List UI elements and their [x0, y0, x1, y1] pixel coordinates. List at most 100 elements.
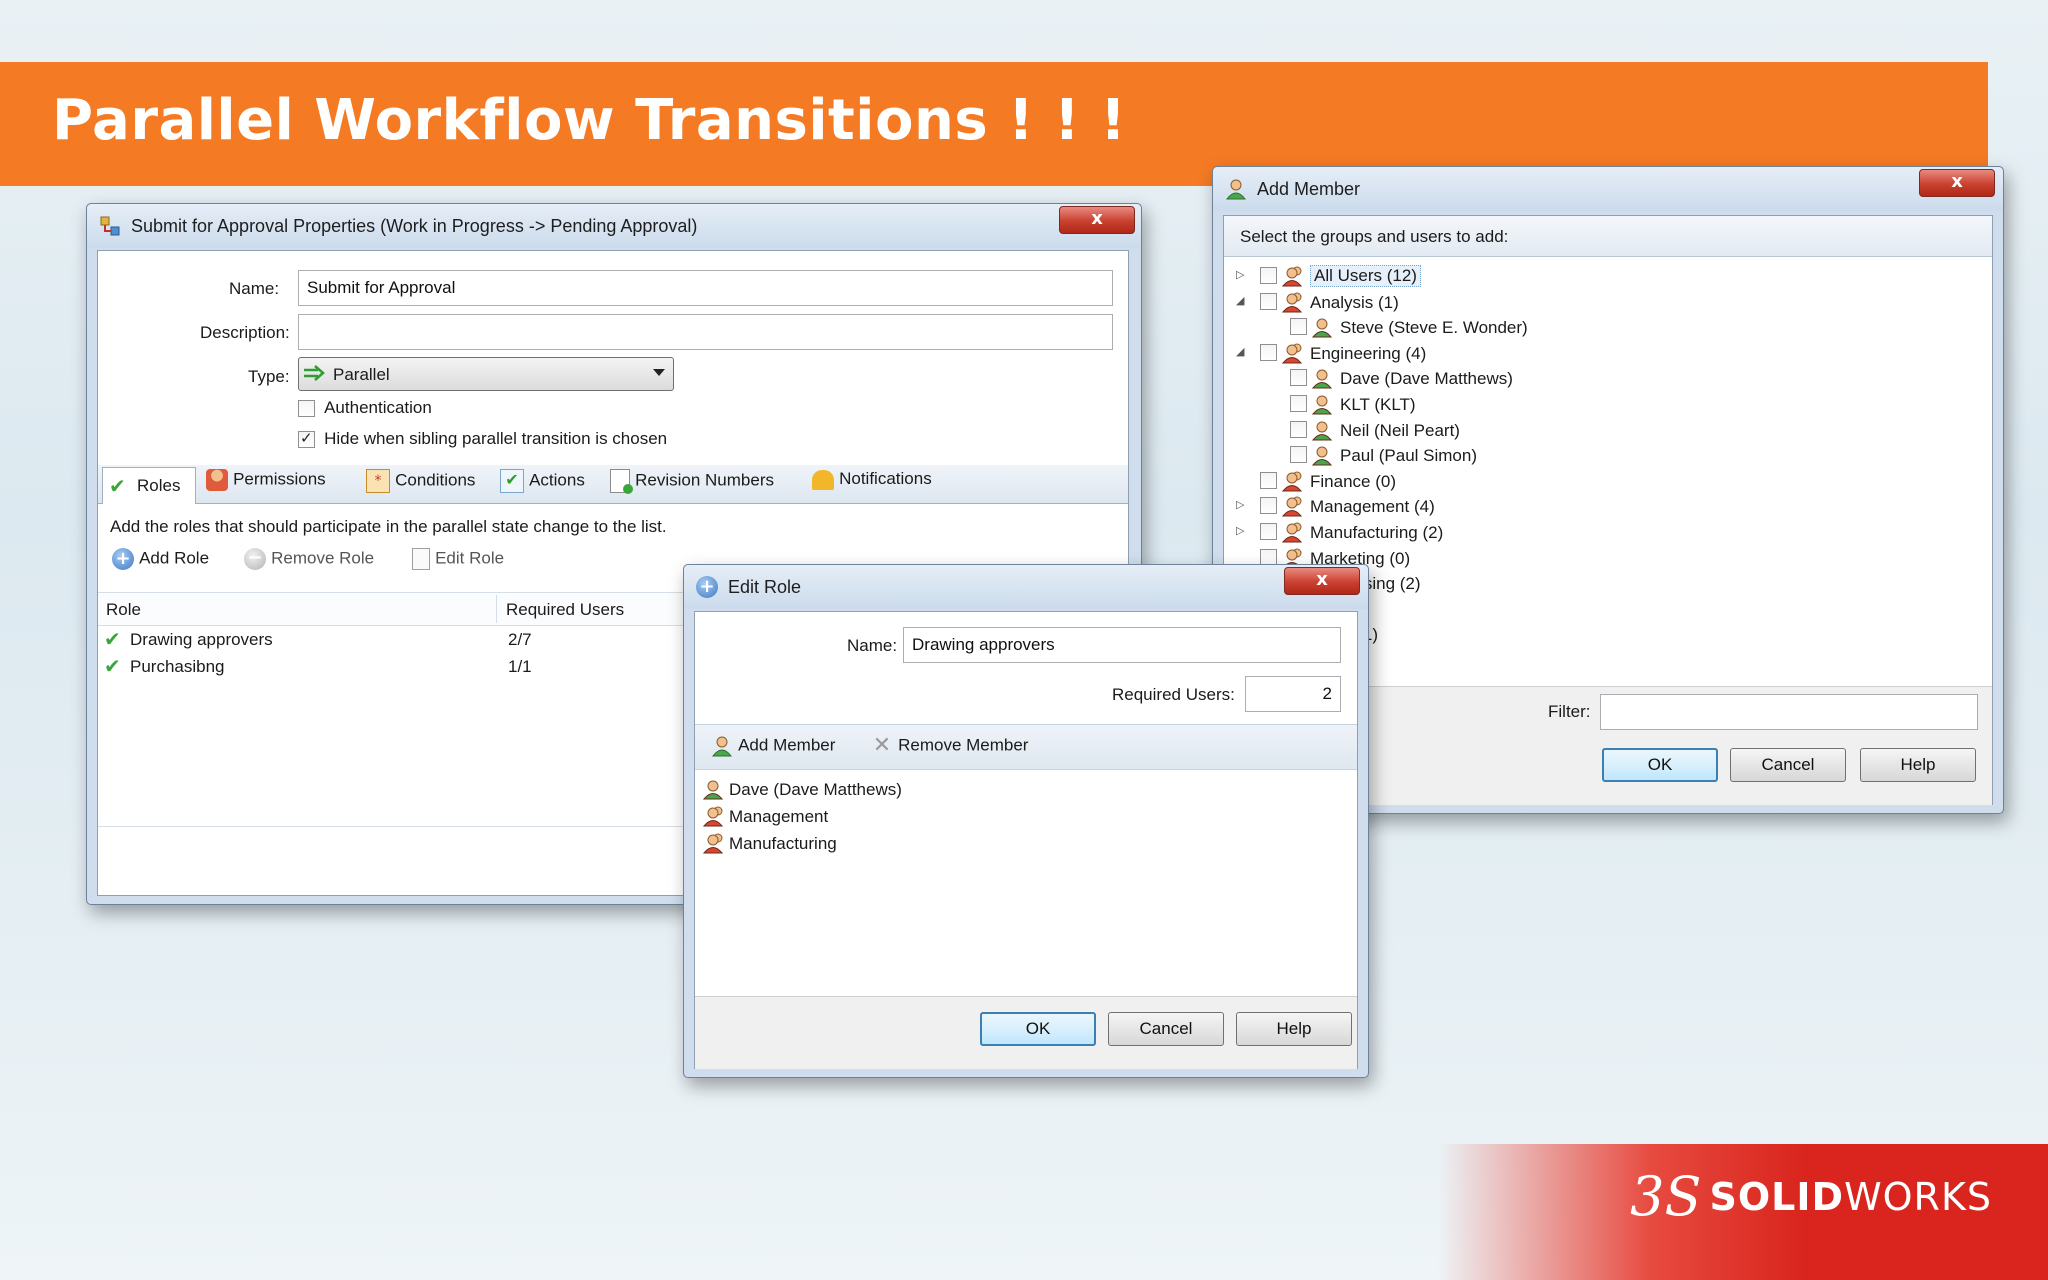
add-member-ok-button[interactable]: OK	[1602, 748, 1718, 782]
tree-checkbox[interactable]	[1290, 420, 1307, 438]
add-circle-icon: +	[112, 548, 134, 570]
add-member-close-button[interactable]: x	[1919, 169, 1995, 197]
tab-permissions-label: Permissions	[233, 469, 326, 489]
tab-conditions-label: Conditions	[395, 470, 476, 490]
tree-item-label: Steve (Steve E. Wonder)	[1340, 318, 1528, 338]
edit-role-cancel-button[interactable]: Cancel	[1108, 1012, 1224, 1046]
collapse-arrow-icon[interactable]: ◢	[1236, 345, 1248, 358]
tab-roles[interactable]: ✔ Roles	[102, 467, 196, 504]
edit-role-titlebar[interactable]: + Edit Role x	[684, 565, 1368, 609]
name-field[interactable]: Submit for Approval	[298, 270, 1113, 306]
user-icon	[1225, 179, 1247, 200]
member-label: Management	[729, 807, 829, 826]
tree-item[interactable]: Dave (Dave Matthews)	[1232, 366, 1982, 392]
checkmark-icon: ✔	[109, 474, 126, 498]
tree-checkbox[interactable]	[1290, 369, 1307, 387]
required-users-stepper[interactable]: 2	[1245, 676, 1341, 712]
tab-roles-label: Roles	[137, 476, 181, 495]
tree-item[interactable]: ▷ Manufacturing (2)	[1232, 520, 1982, 546]
group-icon	[1282, 292, 1303, 313]
tree-item-label: Paul (Paul Simon)	[1340, 446, 1478, 466]
actions-check-icon: ✔	[500, 469, 524, 493]
collapse-arrow-icon[interactable]: ◢	[1236, 294, 1248, 307]
tree-checkbox[interactable]	[1290, 394, 1307, 412]
authentication-option[interactable]: Authentication	[298, 398, 432, 418]
tree-item-label: Finance (0)	[1310, 471, 1396, 491]
tree-checkbox[interactable]	[1260, 292, 1277, 310]
add-role-label: Add Role	[139, 548, 210, 568]
expand-arrow-icon[interactable]: ▷	[1236, 498, 1248, 511]
add-member-titlebar[interactable]: Add Member x	[1213, 167, 2003, 211]
edit-role-button[interactable]: Edit Role	[412, 548, 504, 570]
expand-arrow-icon[interactable]: ▷	[1236, 268, 1248, 281]
tree-item[interactable]: ◢ Engineering (4)	[1232, 341, 1982, 367]
tree-checkbox[interactable]	[1260, 497, 1277, 515]
properties-title: Submit for Approval Properties (Work in …	[131, 216, 698, 236]
expand-arrow-icon[interactable]: ▷	[1236, 524, 1248, 537]
tab-notifications[interactable]: Notifications	[812, 469, 932, 490]
tree-item[interactable]: KLT (KLT)	[1232, 392, 1982, 418]
remove-role-button[interactable]: − Remove Role	[244, 548, 374, 570]
add-role-button[interactable]: + Add Role	[112, 548, 209, 570]
edit-role-help-button[interactable]: Help	[1236, 1012, 1352, 1046]
list-item[interactable]: Management	[701, 803, 1351, 830]
edit-role-dialog: + Edit Role x Name: Drawing approvers Re…	[683, 564, 1369, 1078]
tree-checkbox[interactable]	[1260, 343, 1277, 361]
tree-item-label: Neil (Neil Peart)	[1340, 420, 1460, 440]
list-item[interactable]: Manufacturing	[701, 830, 1351, 857]
user-icon	[703, 780, 724, 800]
hide-sibling-label: Hide when sibling parallel transition is…	[324, 429, 668, 448]
type-select[interactable]: Parallel	[298, 357, 674, 391]
edit-role-ok-button[interactable]: OK	[980, 1012, 1096, 1046]
tree-item[interactable]: ▷ Management (4)	[1232, 494, 1982, 520]
tree-item[interactable]: Steve (Steve E. Wonder)	[1232, 315, 1982, 341]
list-item[interactable]: Dave (Dave Matthews)	[701, 776, 1351, 803]
filter-label: Filter:	[1548, 702, 1591, 721]
column-divider	[496, 595, 497, 623]
add-member-button[interactable]: Add Member	[711, 735, 835, 757]
description-label: Description:	[200, 323, 290, 342]
tree-checkbox[interactable]	[1260, 548, 1277, 566]
hide-sibling-option[interactable]: Hide when sibling parallel transition is…	[298, 429, 667, 449]
tree-item[interactable]: ▷ All Users (12)	[1232, 264, 1982, 290]
tree-checkbox[interactable]	[1290, 318, 1307, 336]
type-select-value: Parallel	[333, 365, 390, 384]
tree-item[interactable]: ◢ Analysis (1)	[1232, 290, 1982, 316]
description-field[interactable]	[298, 314, 1113, 350]
user-icon	[1312, 369, 1333, 389]
filter-field[interactable]	[1600, 694, 1978, 730]
remove-member-label: Remove Member	[898, 735, 1029, 755]
add-member-cancel-button[interactable]: Cancel	[1730, 748, 1846, 782]
tree-checkbox[interactable]	[1260, 522, 1277, 540]
tree-checkbox[interactable]	[1260, 471, 1277, 489]
tab-permissions[interactable]: Permissions	[206, 469, 326, 491]
tree-item[interactable]: Paul (Paul Simon)	[1232, 443, 1982, 469]
add-member-help-button[interactable]: Help	[1860, 748, 1976, 782]
tab-actions[interactable]: ✔ Actions	[500, 469, 585, 493]
add-member-prompt: Select the groups and users to add:	[1240, 227, 1509, 246]
solidworks-logo: 3S SOLIDWORKS	[1630, 1170, 1992, 1224]
add-member-label: Add Member	[738, 735, 836, 755]
group-icon	[703, 833, 724, 854]
edit-role-close-button[interactable]: x	[1284, 567, 1360, 595]
checkmark-icon: ✔	[104, 654, 121, 678]
workflow-icon	[100, 216, 120, 236]
tab-revision-numbers[interactable]: Revision Numbers	[610, 469, 774, 494]
tab-actions-label: Actions	[529, 470, 585, 490]
column-role[interactable]: Role	[106, 600, 141, 620]
authentication-label: Authentication	[324, 398, 432, 417]
tab-conditions[interactable]: * Conditions	[366, 469, 475, 493]
type-label: Type:	[248, 367, 290, 386]
remove-member-button[interactable]: ✕ Remove Member	[871, 735, 1029, 757]
hide-sibling-checkbox[interactable]	[298, 429, 315, 448]
revision-document-icon	[610, 469, 633, 494]
tree-checkbox[interactable]	[1290, 446, 1307, 464]
properties-titlebar[interactable]: Submit for Approval Properties (Work in …	[87, 204, 1141, 248]
authentication-checkbox[interactable]	[298, 400, 315, 417]
tree-checkbox[interactable]	[1260, 267, 1277, 284]
column-required-users[interactable]: Required Users	[506, 600, 624, 620]
tree-item[interactable]: Neil (Neil Peart)	[1232, 418, 1982, 444]
tree-item[interactable]: Finance (0)	[1232, 469, 1982, 495]
properties-close-button[interactable]: x	[1059, 206, 1135, 234]
role-name-field[interactable]: Drawing approvers	[903, 627, 1341, 663]
